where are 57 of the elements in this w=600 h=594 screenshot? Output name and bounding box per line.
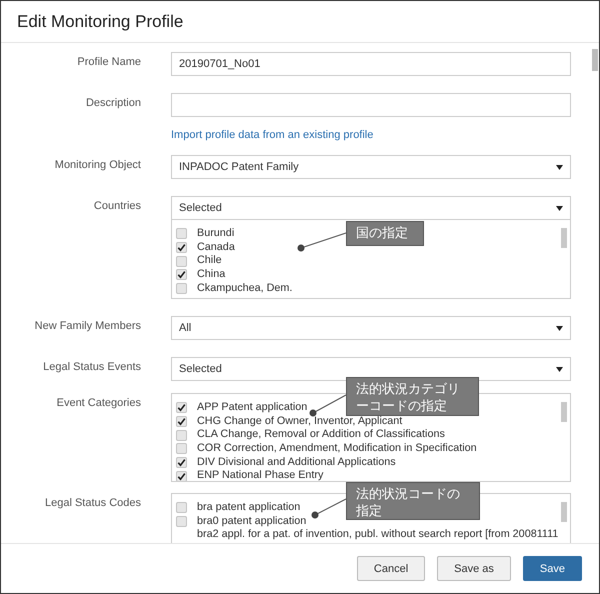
- checkbox[interactable]: [176, 430, 187, 441]
- description-field[interactable]: [171, 93, 571, 117]
- import-link[interactable]: Import profile data from an existing profile: [171, 129, 571, 141]
- checkbox[interactable]: [176, 443, 187, 454]
- checkbox[interactable]: [176, 228, 187, 240]
- dialog-button[interactable]: Cancel: [356, 556, 426, 581]
- field-label: Event Categories: [56, 396, 141, 411]
- save-button[interactable]: Save: [522, 556, 582, 581]
- caret-icon: [556, 366, 563, 372]
- list-item[interactable]: DIV Divisional and Additional Applications: [197, 456, 396, 470]
- checkbox[interactable]: [176, 502, 187, 514]
- list-item[interactable]: Canada: [197, 240, 235, 254]
- scrollbar-thumb[interactable]: [561, 502, 567, 522]
- field-label: Profile Name: [76, 55, 141, 70]
- checkbox[interactable]: [176, 470, 187, 481]
- field-label: Description: [84, 96, 141, 111]
- scrollbar-thumb[interactable]: [561, 402, 567, 422]
- list-item[interactable]: Ckampuchea, Dem.: [197, 282, 292, 296]
- checkbox[interactable]: [176, 256, 187, 267]
- scrollbar-thumb[interactable]: [561, 228, 567, 248]
- checkbox[interactable]: [176, 516, 187, 528]
- list-item[interactable]: Burundi: [197, 227, 234, 241]
- field-label: New Family Members: [34, 319, 141, 334]
- annotation-callout: 法的状況コードの指定: [346, 482, 480, 520]
- checkbox[interactable]: [176, 242, 187, 254]
- list-item[interactable]: bra patent application: [197, 501, 300, 515]
- list-item[interactable]: bra0 patent application: [197, 514, 306, 528]
- list-item[interactable]: Chile: [197, 254, 222, 268]
- annotation-callout: 国の指定: [346, 221, 424, 246]
- caret-icon: [556, 206, 563, 210]
- dropdown-field[interactable]: All: [171, 316, 571, 340]
- checkbox[interactable]: [176, 416, 187, 428]
- list-item[interactable]: bra2 appl. for a pat. of invention, publ. without search report [from 20081111: [176, 528, 558, 542]
- list-item[interactable]: COR Correction, Amendment, Modification in Specification: [197, 442, 477, 456]
- field-label: Legal Status Events: [42, 360, 141, 375]
- field-label: Countries: [92, 199, 141, 214]
- annotation-callout: 法的状況カテゴリーコードの指定: [346, 377, 479, 416]
- list-item[interactable]: CHG Change of Owner, Inventor, Applicant: [197, 414, 402, 428]
- list-item[interactable]: ENP National Phase Entry: [197, 469, 324, 481]
- field-label: Legal Status Codes: [44, 496, 141, 511]
- checkbox[interactable]: [176, 283, 187, 294]
- dialog-button[interactable]: Save as: [437, 556, 511, 581]
- list-item[interactable]: China: [197, 268, 226, 282]
- dialog-title: Edit Monitoring Profile: [17, 12, 184, 32]
- caret-icon: [556, 164, 563, 170]
- profile-name-field[interactable]: 20190701_No01: [171, 52, 571, 76]
- list-item[interactable]: APP Patent application: [197, 401, 308, 415]
- scrollbar-thumb[interactable]: [592, 49, 598, 71]
- dropdown-field[interactable]: Selected: [171, 357, 571, 381]
- list-item[interactable]: CLA Change, Removal or Addition of Classifications: [197, 428, 445, 442]
- dropdown-field[interactable]: INPADOC Patent Family: [171, 155, 571, 179]
- checkbox[interactable]: [176, 269, 187, 280]
- checkbox[interactable]: [176, 457, 187, 468]
- caret-icon: [556, 326, 563, 330]
- field-label: Monitoring Object: [54, 158, 141, 173]
- checkbox[interactable]: [176, 402, 187, 414]
- dropdown-field[interactable]: Selected: [171, 196, 571, 220]
